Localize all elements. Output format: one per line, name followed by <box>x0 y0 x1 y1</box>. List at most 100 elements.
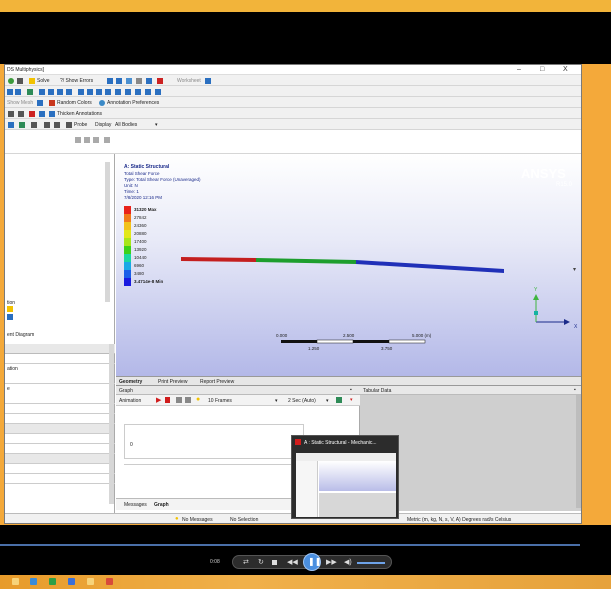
magnify-icon[interactable] <box>87 89 93 95</box>
beam-segment-green <box>256 258 356 264</box>
stop-icon[interactable] <box>272 560 277 565</box>
tab-print-preview[interactable]: Print Preview <box>158 379 187 385</box>
vertex-icon[interactable] <box>18 111 24 117</box>
tree-collapse-icon[interactable] <box>84 137 90 143</box>
taskbar-icon-ie[interactable] <box>30 578 37 585</box>
taskbar-icon-app[interactable] <box>49 578 56 585</box>
iso-view-icon[interactable] <box>145 89 151 95</box>
taskbar-icon-word[interactable] <box>68 578 75 585</box>
tree-filter-icon[interactable] <box>93 137 99 143</box>
fast-forward-icon[interactable]: ▶▶ <box>326 558 337 566</box>
display-select[interactable]: All Bodies <box>115 122 137 128</box>
pan-icon[interactable] <box>48 89 54 95</box>
export-icon[interactable] <box>336 397 342 403</box>
chart-icon[interactable] <box>157 78 163 84</box>
zoom-in-icon[interactable] <box>96 89 102 95</box>
tree-scrollbar[interactable] <box>105 162 110 302</box>
video-progress-track[interactable] <box>0 544 580 546</box>
previous-view-icon[interactable] <box>125 89 131 95</box>
speed-select[interactable]: 2 Sec (Auto) <box>288 398 316 404</box>
taskbar-icon-folder[interactable] <box>87 578 94 585</box>
zoom-box-icon[interactable] <box>66 89 72 95</box>
mesh-icon[interactable] <box>37 100 43 106</box>
thicken-annotations-button[interactable]: Thicken Annotations <box>57 111 102 117</box>
axis-icon[interactable] <box>115 89 121 95</box>
image-icon[interactable] <box>146 78 152 84</box>
chevron-down-icon[interactable]: ▾ <box>155 122 158 128</box>
next-view-icon[interactable] <box>135 89 141 95</box>
volume-slider[interactable] <box>357 562 385 564</box>
details-scrollbar[interactable] <box>109 344 114 504</box>
show-mesh-button[interactable]: Show Mesh <box>7 100 33 106</box>
zoom-out-icon[interactable] <box>105 89 111 95</box>
edge-icon[interactable] <box>8 111 14 117</box>
tree-pin-icon[interactable] <box>104 137 110 143</box>
tab-report-preview[interactable]: Report Preview <box>200 379 234 385</box>
minimize-button[interactable]: – <box>517 66 521 73</box>
taskbar-icon-explorer[interactable] <box>12 578 19 585</box>
legend-icon[interactable] <box>31 122 37 128</box>
graphics-viewport[interactable]: A: Static Structural Total Shear Force T… <box>116 154 581 376</box>
settings-icon[interactable] <box>136 78 142 84</box>
pin-icon[interactable] <box>17 78 23 84</box>
show-errors-button[interactable]: ?/ Show Errors <box>60 78 93 84</box>
solve-button[interactable]: Solve <box>37 78 50 84</box>
wireframe-icon[interactable] <box>29 111 35 117</box>
annotation-preferences-button[interactable]: Annotation Preferences <box>107 100 159 106</box>
stop-icon[interactable] <box>165 397 170 403</box>
fit-icon[interactable] <box>78 89 84 95</box>
cursor-icon[interactable] <box>205 78 211 84</box>
tree-item-diagram[interactable]: ent Diagram <box>7 332 34 338</box>
taskbar-thumbnail[interactable]: A : Static Structural - Mechanic... <box>291 435 399 519</box>
tree-expand-icon[interactable] <box>75 137 81 143</box>
maximize-button[interactable]: □ <box>540 66 544 73</box>
refresh-icon[interactable] <box>8 78 14 84</box>
select-icon[interactable] <box>7 89 13 95</box>
shuffle-icon[interactable]: ⇄ <box>243 558 249 566</box>
hint-icon[interactable]: ● <box>196 396 200 403</box>
max-icon[interactable] <box>44 122 50 128</box>
rotate-icon[interactable] <box>39 89 45 95</box>
probe-button[interactable]: Probe <box>74 122 87 128</box>
distributed-icon[interactable] <box>185 397 191 403</box>
tab-messages[interactable]: Messages <box>124 502 147 508</box>
mode-icon[interactable] <box>27 89 33 95</box>
tab-geometry[interactable]: Geometry <box>119 379 142 385</box>
frames-select[interactable]: 10 Frames <box>208 398 232 404</box>
box-icon[interactable] <box>155 89 161 95</box>
thick-icon[interactable] <box>39 111 45 117</box>
lightning-icon[interactable] <box>29 78 35 84</box>
details-row <box>5 354 115 364</box>
table-icon[interactable] <box>116 78 122 84</box>
min-icon[interactable] <box>54 122 60 128</box>
status-units[interactable]: Metric (m, kg, N, s, V, A) Degrees rad/s… <box>407 517 511 523</box>
frames-chevron-icon[interactable]: ▾ <box>275 398 278 404</box>
details-row <box>5 474 115 484</box>
worksheet-button[interactable]: Worksheet <box>177 78 201 84</box>
rewind-icon[interactable]: ◀◀ <box>287 558 298 566</box>
doc-icon[interactable] <box>126 78 132 84</box>
viewport-scroll-arrow[interactable]: ▾ <box>573 266 576 273</box>
video-letterbox-top <box>0 12 611 64</box>
frames-icon[interactable] <box>176 397 182 403</box>
contour-icon[interactable] <box>8 122 14 128</box>
body-select-icon[interactable] <box>15 89 21 95</box>
zoom-icon[interactable] <box>57 89 63 95</box>
tabular-pin-icon[interactable]: ▪ <box>574 387 576 393</box>
play-icon[interactable]: ▶ <box>156 396 161 404</box>
close-button[interactable]: X <box>563 66 568 73</box>
volume-icon[interactable]: ◀) <box>344 558 352 566</box>
random-colors-button[interactable]: Random Colors <box>57 100 92 106</box>
tree-item-icon-2 <box>7 314 13 320</box>
repeat-icon[interactable]: ↻ <box>258 558 264 566</box>
vector-icon[interactable] <box>19 122 25 128</box>
status-messages[interactable]: No Messages <box>182 517 213 523</box>
taskbar-icon-ansys[interactable] <box>106 578 113 585</box>
tab-graph[interactable]: Graph <box>154 502 169 508</box>
speed-chevron-icon[interactable]: ▾ <box>326 398 329 404</box>
export-chevron-icon[interactable]: ▾ <box>350 397 353 403</box>
tabular-scrollbar[interactable] <box>576 395 581 508</box>
grid-icon[interactable] <box>107 78 113 84</box>
play-pause-button[interactable]: ❚❚ <box>303 553 321 571</box>
graph-pin-icon[interactable]: ▪ <box>350 387 352 393</box>
